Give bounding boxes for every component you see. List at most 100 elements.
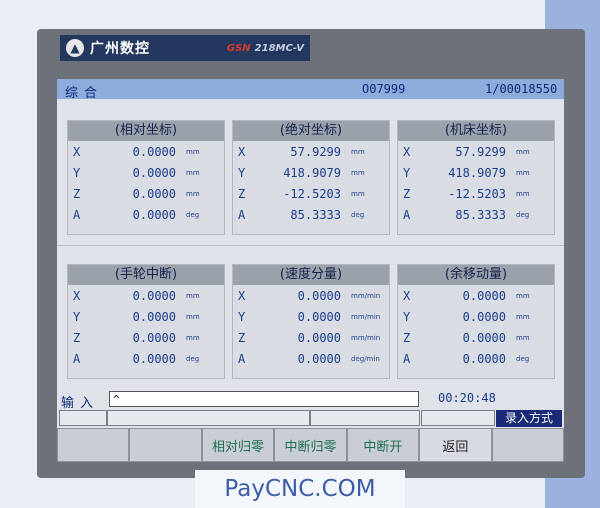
axis-label: Y [238,310,246,324]
axis-unit: mm/min [351,313,381,321]
axis-unit: mm [516,334,530,342]
axis-unit: mm [516,148,530,156]
axis-row: Z 0.0000 mm/min [233,327,389,348]
model-number: 218MC-V [254,42,304,54]
axis-label: A [238,208,246,222]
axis-row: X 0.0000 mm/min [233,285,389,306]
axis-row: X 0.0000 mm [68,285,224,306]
cnc-screen: 综合 O07999 1/00018550 (相对坐标) X 0.0000 mm Y 0.0… [57,79,564,462]
axis-row: A 85.3333 deg [233,204,389,225]
axis-row: Z 0.0000 mm [68,327,224,348]
axis-value: 0.0000 [462,310,506,324]
softkey-7[interactable] [491,428,564,462]
status-cell [59,410,107,426]
axis-row: Z -12.5203 mm [398,183,554,204]
axis-label: X [238,289,246,303]
axis-label: Y [73,310,81,324]
axis-label: X [73,145,81,159]
panel-title: (余移动量) [398,265,554,285]
axis-value: 0.0000 [462,352,506,366]
axis-value: 57.9299 [455,145,506,159]
panel-title: (手轮中断) [68,265,224,285]
brand-name: 广州数控 [90,41,150,57]
axis-row: Y 418.9079 mm [233,162,389,183]
axis-value: 0.0000 [132,145,176,159]
sequence-number: 1/00018550 [485,82,558,96]
axis-label: X [238,145,246,159]
coordinate-panel: (机床坐标) X 57.9299 mm Y 418.9079 mm Z -12.5203 mm A 8… [397,120,555,235]
softkey-interrupt-zero[interactable]: 中断归零 [274,428,347,462]
axis-label: A [403,208,411,222]
axis-unit: mm [186,334,200,342]
axis-value: 85.3333 [455,208,506,222]
axis-unit: mm [186,190,200,198]
axis-value: 0.0000 [132,310,176,324]
axis-unit: mm [186,169,200,177]
axis-value: 0.0000 [297,289,341,303]
axis-unit: mm [516,190,530,198]
axis-label: A [403,352,411,366]
axis-unit: deg/min [351,355,380,363]
axis-label: Y [403,166,411,180]
input-label: 输入 [61,396,100,411]
softkey-interrupt-on[interactable]: 中断开 [346,428,420,462]
command-input[interactable]: ^ [109,391,419,407]
axis-unit: deg [186,211,200,219]
axis-label: Z [73,331,81,345]
axis-unit: mm [516,292,530,300]
softkey-relative-zero[interactable]: 相对归零 [201,428,275,462]
axis-value: 85.3333 [290,208,341,222]
mode-badge: 录入方式 [496,410,562,427]
axis-unit: mm [351,190,365,198]
watermark: PayCNC.COM [195,470,405,508]
model-label: GSN 218MC-V [227,43,304,54]
axis-unit: mm [186,148,200,156]
axis-row: A 0.0000 deg/min [233,348,389,369]
axis-value: -12.5203 [283,187,341,201]
axis-value: 0.0000 [132,187,176,201]
axis-unit: mm [516,313,530,321]
axis-label: A [238,352,246,366]
status-cell [107,410,310,426]
coordinate-panel: (手轮中断) X 0.0000 mm Y 0.0000 mm Z 0.0000 mm A 0.0000… [67,264,225,379]
brand-logo-icon: ▲ [66,39,84,57]
axis-label: Z [73,187,81,201]
panel-title: (速度分量) [233,265,389,285]
axis-row: Z 0.0000 mm [398,327,554,348]
axis-value: 57.9299 [290,145,341,159]
axis-row: A 85.3333 deg [398,204,554,225]
axis-unit: deg [351,211,365,219]
axis-row: A 0.0000 deg [68,348,224,369]
axis-value: -12.5203 [448,187,506,201]
program-number: O07999 [362,82,406,96]
axis-unit: deg [516,355,530,363]
softkey-2[interactable] [129,428,202,462]
softkey-bar: 相对归零 中断归零 中断开 返回 [57,428,564,462]
axis-label: Y [403,310,411,324]
axis-unit: mm [351,148,365,156]
axis-unit: mm [351,169,365,177]
axis-label: A [73,352,81,366]
status-cell [421,410,495,426]
axis-row: Y 418.9079 mm [398,162,554,183]
axis-label: Z [238,187,246,201]
axis-unit: mm [186,292,200,300]
axis-row: Y 0.0000 mm [68,306,224,327]
screen-mode-title: 综合 [65,86,104,101]
axis-row: Z -12.5203 mm [233,183,389,204]
softkey-1[interactable] [57,428,130,462]
softkey-return[interactable]: 返回 [419,428,492,462]
axis-value: 0.0000 [462,331,506,345]
maker-tag: GSN [226,42,251,54]
axis-label: X [403,145,411,159]
panel-title: (相对坐标) [68,121,224,141]
axis-unit: mm [516,169,530,177]
axis-unit: deg [516,211,530,219]
axis-label: Z [403,331,411,345]
axis-label: Y [238,166,246,180]
axis-value: 0.0000 [132,352,176,366]
coordinate-panel: (相对坐标) X 0.0000 mm Y 0.0000 mm Z 0.0000 mm A 0.0000… [67,120,225,235]
coordinate-panel: (速度分量) X 0.0000 mm/min Y 0.0000 mm/min Z 0.0000 m… [232,264,390,379]
axis-value: 0.0000 [297,310,341,324]
axis-value: 0.0000 [132,166,176,180]
